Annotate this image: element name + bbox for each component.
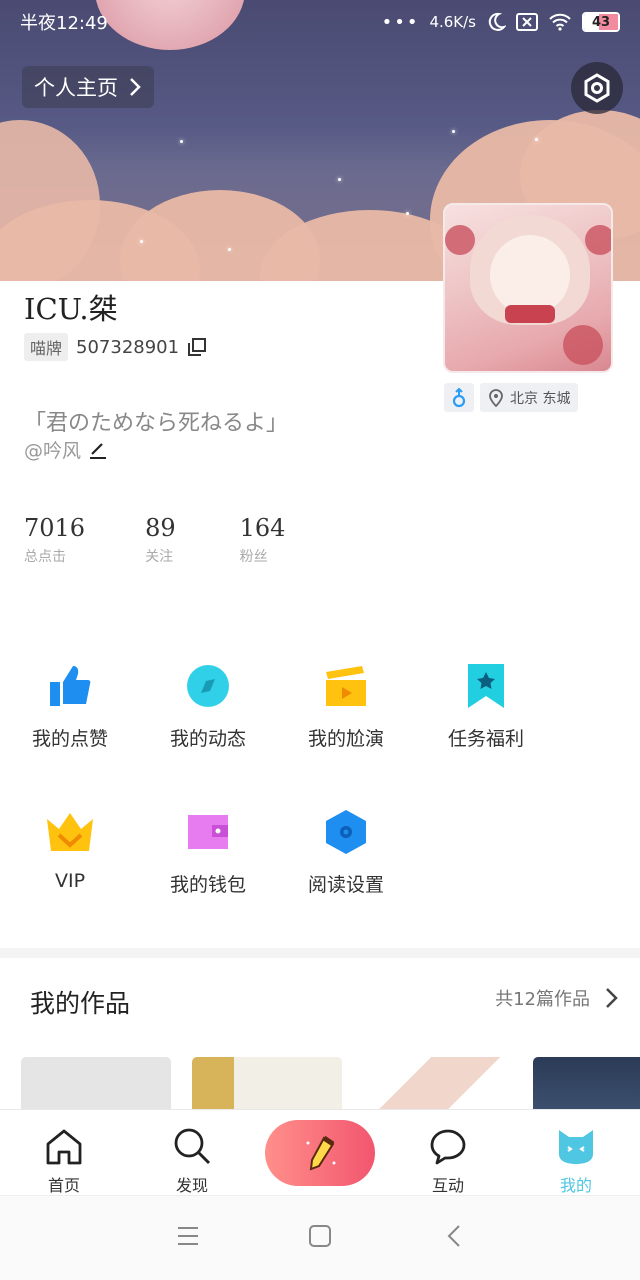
settings-button[interactable] bbox=[571, 62, 623, 114]
stat-fans[interactable]: 164 粉丝 bbox=[240, 514, 286, 566]
menu-vip[interactable]: VIP bbox=[0, 806, 140, 892]
wifi-icon bbox=[549, 13, 571, 31]
signature-author: @吟风 bbox=[24, 440, 82, 462]
menu-my-likes[interactable]: 我的点赞 bbox=[0, 660, 140, 751]
edit-pencil-icon[interactable] bbox=[89, 441, 107, 459]
copy-icon[interactable] bbox=[187, 337, 207, 357]
tab-mine[interactable]: 我的 bbox=[526, 1110, 626, 1196]
work-thumbnail[interactable] bbox=[192, 1057, 342, 1110]
works-count-link[interactable]: 共12篇作品 bbox=[495, 985, 618, 1011]
menu-my-performances[interactable]: 我的尬演 bbox=[276, 660, 416, 751]
tab-interaction[interactable]: 互动 bbox=[398, 1110, 498, 1196]
work-thumbnail[interactable] bbox=[533, 1057, 640, 1110]
profile-tags: 北京 东城 bbox=[444, 383, 579, 412]
hexagon-settings-icon bbox=[326, 810, 366, 854]
stat-following[interactable]: 89 关注 bbox=[145, 514, 176, 566]
work-thumbnail[interactable] bbox=[21, 1057, 171, 1110]
settings-hexagon-icon bbox=[584, 73, 610, 103]
menu-lines-icon[interactable] bbox=[176, 1224, 200, 1248]
location-pin-icon bbox=[489, 388, 503, 407]
personal-homepage-button[interactable]: 个人主页 bbox=[22, 66, 154, 108]
sim-off-icon bbox=[516, 13, 538, 31]
menu-my-wallet[interactable]: 我的钱包 bbox=[138, 806, 278, 897]
home-square-icon[interactable] bbox=[308, 1224, 332, 1248]
nickname: ICU.桀 bbox=[24, 292, 118, 326]
id-badge: 喵牌 bbox=[24, 333, 69, 361]
cat-face-icon bbox=[559, 1130, 593, 1164]
clapperboard-icon bbox=[326, 666, 366, 706]
male-icon bbox=[452, 387, 466, 407]
section-divider bbox=[0, 948, 640, 958]
bookmark-star-icon bbox=[468, 664, 504, 708]
id-row: 喵牌 507328901 bbox=[24, 333, 207, 361]
id-number: 507328901 bbox=[76, 336, 180, 358]
signature: 「君のためなら死ねるよ」 bbox=[24, 411, 289, 436]
network-speed: 4.6K/s bbox=[429, 13, 476, 31]
compass-icon bbox=[187, 665, 229, 707]
location-tag: 北京 东城 bbox=[480, 383, 579, 412]
status-bar: 半夜12:49 ••• 4.6K/s 43 bbox=[0, 0, 640, 44]
chevron-right-icon bbox=[606, 988, 618, 1008]
home-icon bbox=[46, 1129, 82, 1165]
avatar[interactable] bbox=[443, 203, 613, 373]
works-thumbnails bbox=[0, 1057, 640, 1110]
battery-indicator: 43 bbox=[582, 12, 620, 32]
back-chevron-icon[interactable] bbox=[444, 1224, 464, 1248]
search-icon bbox=[174, 1128, 211, 1165]
stat-total-clicks[interactable]: 7016 总点击 bbox=[24, 514, 85, 566]
more-dots-icon: ••• bbox=[381, 11, 420, 33]
tab-home[interactable]: 首页 bbox=[14, 1110, 114, 1196]
work-thumbnail[interactable] bbox=[362, 1057, 512, 1110]
status-time: 半夜12:49 bbox=[20, 13, 108, 34]
stats-row: 7016 总点击 89 关注 164 粉丝 bbox=[24, 514, 325, 566]
wallet-icon bbox=[188, 815, 228, 849]
crown-icon bbox=[47, 813, 93, 851]
works-title: 我的作品 bbox=[30, 989, 131, 1018]
tab-discover[interactable]: 发现 bbox=[142, 1110, 242, 1196]
write-button[interactable] bbox=[265, 1120, 375, 1186]
system-navigation-bar bbox=[0, 1195, 640, 1280]
chevron-right-icon bbox=[130, 78, 141, 96]
signature-author-row[interactable]: @吟风 bbox=[24, 436, 107, 463]
menu-my-moments[interactable]: 我的动态 bbox=[138, 660, 278, 751]
pencil-icon bbox=[306, 1135, 336, 1171]
home-label: 个人主页 bbox=[34, 76, 118, 100]
chat-bubble-icon bbox=[430, 1129, 466, 1165]
menu-task-rewards[interactable]: 任务福利 bbox=[416, 660, 556, 751]
bottom-tab-bar: 首页 发现 互动 我的 bbox=[0, 1109, 640, 1195]
menu-reading-settings[interactable]: 阅读设置 bbox=[276, 806, 416, 897]
thumbs-up-icon bbox=[50, 666, 91, 706]
moon-icon bbox=[488, 12, 506, 31]
location-text: 北京 东城 bbox=[510, 390, 571, 407]
gender-tag bbox=[444, 383, 474, 412]
works-count: 共12篇作品 bbox=[495, 989, 590, 1010]
